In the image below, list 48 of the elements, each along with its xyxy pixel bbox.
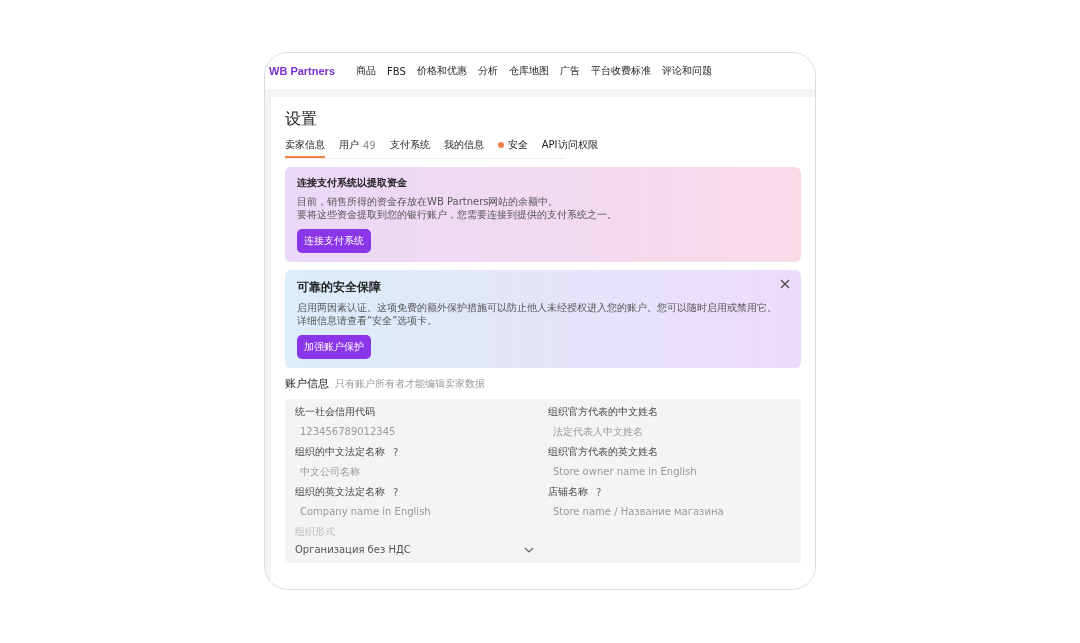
banner-button[interactable]: 连接支付系统 (297, 229, 371, 253)
input-field[interactable]: Store name / Название магазина (548, 502, 787, 521)
field-label: 组织官方代表的中文姓名 (548, 405, 658, 419)
close-icon[interactable] (779, 278, 791, 290)
page-title: 设置 (285, 109, 318, 130)
tab[interactable]: 安全 (497, 138, 528, 158)
banner-text: 目前，销售所得的资金存放在WB Partners网站的余额中。 要将这些资金提取到您的银行账户，您需要连接到提供的支付系统之一。 (297, 195, 618, 221)
nav-link[interactable]: 分析 (477, 64, 498, 78)
field-label: 店铺名称 (548, 485, 588, 499)
tab[interactable]: 用户 49 (339, 138, 376, 158)
nav-link[interactable]: 评论和问题 (661, 64, 712, 78)
nav-link[interactable]: FBS (387, 65, 406, 77)
input-field[interactable]: 中文公司名称 (295, 462, 534, 481)
nav-link[interactable]: 商品 (356, 64, 377, 78)
banner-title: 连接支付系统以提取资金 (297, 176, 407, 190)
tab-label: 安全 (507, 138, 528, 152)
tab-count: 49 (363, 139, 376, 151)
tab[interactable]: 卖家信息 (285, 138, 325, 158)
input-field[interactable]: 123456789012345 (295, 422, 534, 441)
input-field[interactable]: Store owner name in English (548, 462, 787, 481)
field-label: 组织的中文法定名称 (295, 445, 385, 459)
help-mark[interactable]: ? (596, 486, 602, 498)
tab-label: 卖家信息 (285, 138, 325, 152)
tab-label: 我的信息 (443, 138, 484, 152)
nav-link[interactable]: 平台收费标准 (590, 64, 651, 78)
banner-button[interactable]: 加强账户保护 (297, 335, 371, 359)
brand-logo[interactable]: WB Partners (269, 65, 336, 77)
field-label: 组织的英文法定名称 (295, 485, 385, 499)
tab-label: 用户 (339, 138, 359, 152)
field-label: 组织官方代表的英文姓名 (548, 445, 658, 459)
input-field[interactable]: Company name in English (295, 502, 534, 521)
tab[interactable]: 支付系统 (389, 138, 430, 158)
nav-link[interactable]: 价格和优惠 (416, 64, 467, 78)
section-title: 账户信息 (285, 376, 329, 391)
nav-link[interactable]: 广告 (559, 64, 580, 78)
banner-text: 启用两因素认证。这项免费的额外保护措施可以防止他人未经授权进入您的账户。您可以随时启用或禁用它。 详细信息请查看“安全”选项卡。 (297, 301, 778, 327)
section-hint: 只有账户所有者才能编辑卖家数据 (335, 377, 485, 391)
tab-label: 支付系统 (389, 138, 430, 152)
help-mark[interactable]: ? (393, 446, 399, 458)
input-field[interactable]: 法定代表人中文姓名 (548, 422, 787, 441)
tab-label: API访问权限 (541, 138, 598, 152)
nav-link[interactable]: 仓库地图 (508, 64, 549, 78)
field-label: 统一社会信用代码 (295, 405, 375, 419)
tab[interactable]: API访问权限 (541, 138, 598, 158)
banner-title: 可靠的安全保障 (297, 279, 381, 296)
tab[interactable]: 我的信息 (443, 138, 484, 158)
help-mark[interactable]: ? (393, 486, 399, 498)
chevron-down-icon (524, 546, 534, 553)
